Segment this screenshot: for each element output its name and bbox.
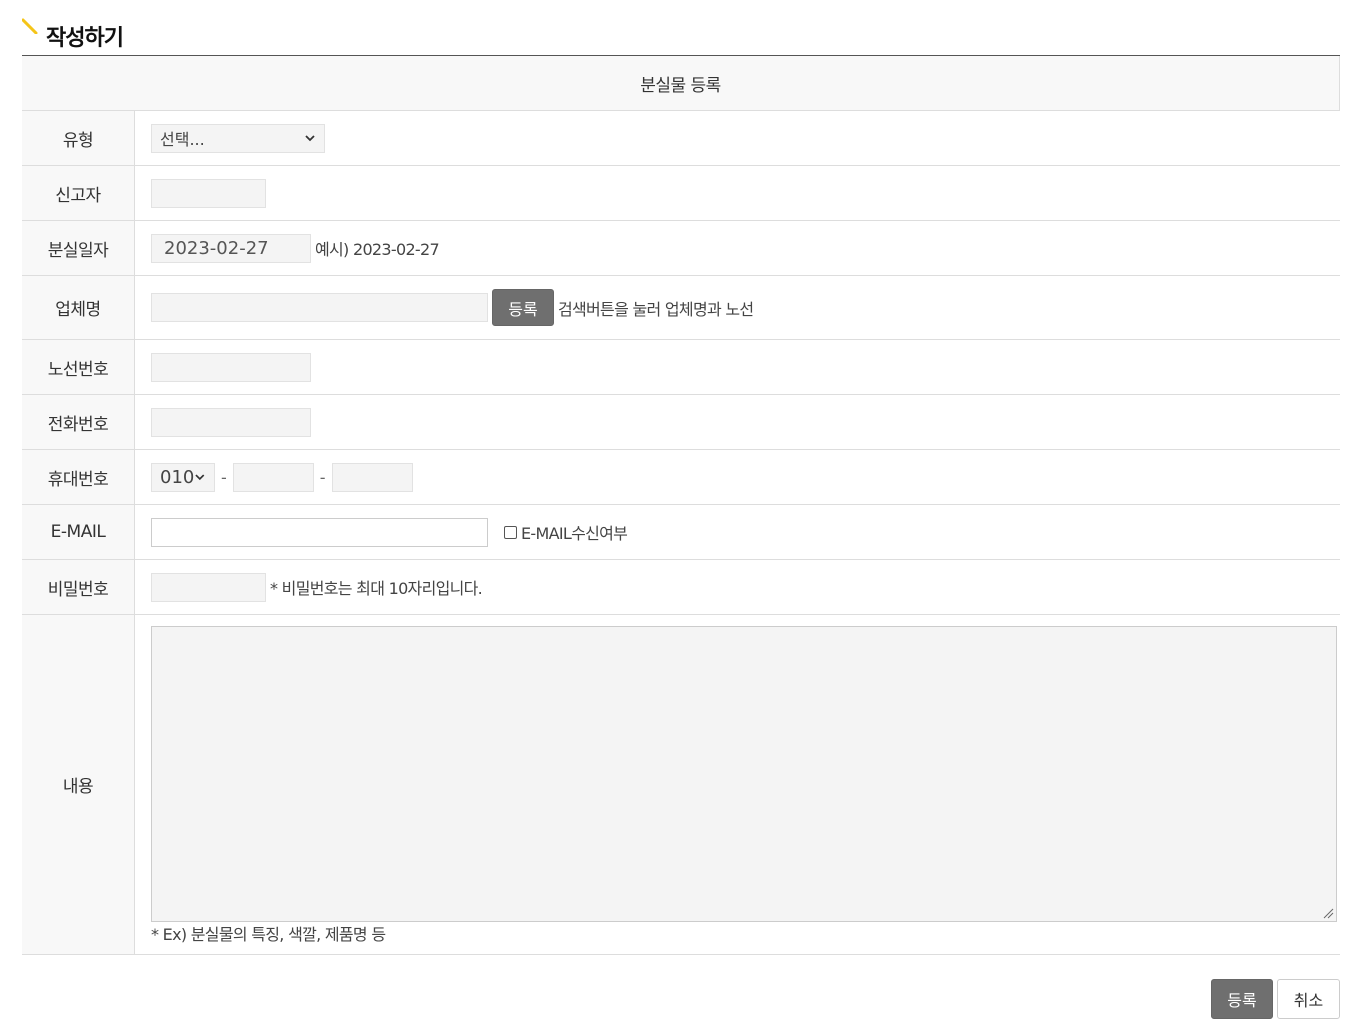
row-reporter: 신고자 [22, 166, 1340, 221]
lost-date-input[interactable]: 2023-02-27 [151, 233, 311, 263]
type-select-value: 선택... [160, 130, 205, 149]
company-input[interactable] [151, 293, 488, 322]
phone-input[interactable] [151, 407, 311, 437]
cancel-button[interactable]: 취소 [1277, 979, 1340, 1019]
email-consent-label: E-MAIL수신여부 [521, 524, 628, 543]
password-input[interactable] [151, 572, 266, 602]
row-route: 노선번호 [22, 340, 1340, 395]
row-type: 유형 선택... [22, 111, 1340, 166]
mobile-last-input[interactable] [331, 462, 413, 492]
password-label: 비밀번호 [22, 560, 135, 614]
page-header: 작성하기 [22, 16, 1340, 54]
row-phone: 전화번호 [22, 395, 1340, 450]
row-email: E-MAIL E-MAIL수신여부 [22, 505, 1340, 560]
mobile-middle-input[interactable] [232, 462, 314, 492]
lost-date-hint: 예시) 2023-02-27 [315, 240, 440, 259]
row-mobile: 휴대번호 010 - - [22, 450, 1340, 505]
mobile-prefix-select[interactable]: 010 [151, 462, 215, 492]
mobile-dash: - [221, 467, 227, 487]
submit-button[interactable]: 등록 [1211, 979, 1273, 1019]
email-label: E-MAIL [22, 505, 135, 559]
reporter-input[interactable] [151, 178, 266, 208]
mobile-label: 휴대번호 [22, 450, 135, 504]
page-title: 작성하기 [46, 26, 124, 51]
reporter-label: 신고자 [22, 166, 135, 220]
email-consent-checkbox[interactable] [504, 525, 517, 539]
chevron-down-icon [305, 135, 315, 142]
row-company: 업체명 등록 검색버튼을 눌러 업체명과 노선 [22, 276, 1340, 340]
form-caption: 분실물 등록 [22, 56, 1340, 111]
mobile-dash: - [319, 467, 326, 487]
row-lost-date: 분실일자 2023-02-27 예시) 2023-02-27 [22, 221, 1340, 276]
lost-item-form: 분실물 등록 유형 선택... 신고자 분실일자 2023-02-27 예시) … [22, 55, 1340, 955]
email-input[interactable] [151, 517, 488, 547]
chevron-down-icon [195, 474, 205, 481]
phone-label: 전화번호 [22, 395, 135, 449]
route-input[interactable] [151, 352, 311, 382]
title-accent-icon [22, 18, 38, 34]
company-hint: 검색버튼을 눌러 업체명과 노선 [558, 299, 754, 319]
company-register-button[interactable]: 등록 [492, 289, 554, 326]
row-content: 내용 * Ex) 분실물의 특징, 색깔, 제품명 등 [22, 615, 1340, 955]
type-select[interactable]: 선택... [151, 123, 325, 153]
content-note: * Ex) 분실물의 특징, 색깔, 제품명 등 [151, 925, 386, 944]
resize-handle-icon[interactable] [1323, 908, 1334, 919]
content-label: 내용 [22, 615, 135, 954]
content-textarea[interactable] [151, 626, 1337, 922]
type-label: 유형 [22, 111, 135, 165]
mobile-prefix-value: 010 [160, 466, 195, 488]
lost-date-label: 분실일자 [22, 221, 135, 275]
password-hint: * 비밀번호는 최대 10자리입니다. [270, 579, 483, 598]
route-label: 노선번호 [22, 340, 135, 394]
row-password: 비밀번호 * 비밀번호는 최대 10자리입니다. [22, 560, 1340, 615]
company-label: 업체명 [22, 276, 135, 339]
email-consent[interactable]: E-MAIL수신여부 [504, 520, 628, 544]
